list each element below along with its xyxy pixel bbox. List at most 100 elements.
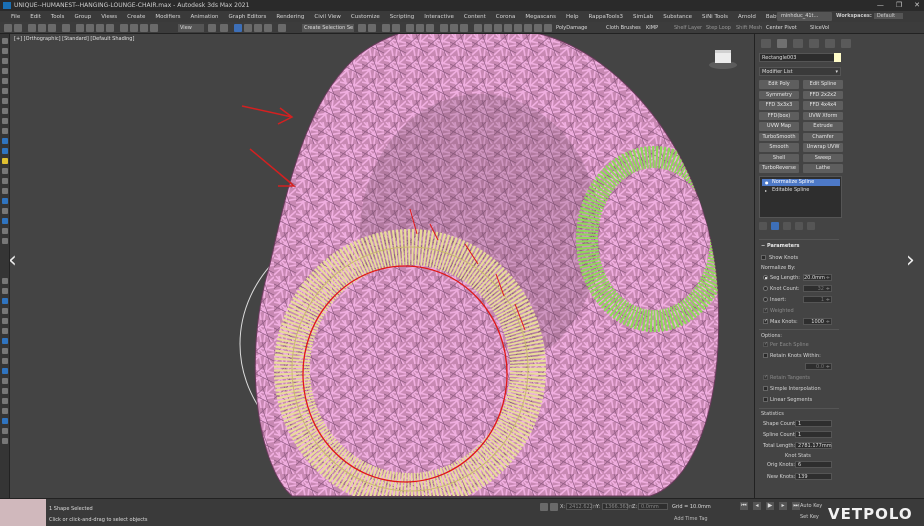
menu-corona[interactable]: Corona [491,14,521,20]
tool-icon[interactable] [2,178,8,184]
curve-editor-icon[interactable] [406,24,414,32]
select-object-icon[interactable] [76,24,84,32]
menu-megascans[interactable]: Megascans [520,14,561,20]
menu-group[interactable]: Group [69,14,96,20]
modifier-smooth-button[interactable]: Smooth [759,143,799,152]
cloth-brushes-button[interactable]: Cloth Brushes [604,24,643,32]
max-knots-spinner[interactable]: 1000 [803,318,832,325]
user-account-button[interactable]: minhduc_41t... [777,12,832,21]
remove-modifier-icon[interactable] [795,222,803,230]
forest-pack-icon[interactable] [524,24,532,32]
show-knots-checkbox[interactable] [761,255,766,260]
tool-icon[interactable] [2,68,8,74]
tool-icon[interactable] [2,368,8,374]
tool-icon[interactable] [2,138,8,144]
maximize-button[interactable]: ❐ [896,0,902,11]
knot-count-spinner[interactable]: 32 [803,285,832,292]
viewport-orthographic[interactable]: [+] [Orthographic] [Standard] [Default S… [10,34,754,498]
rappatools-icon[interactable] [494,24,502,32]
linear-segments-checkbox[interactable] [763,397,768,402]
modifier-ffd-box-button[interactable]: FFD(box) [759,111,799,120]
tool-icon[interactable] [2,348,8,354]
scene-explorer-icon[interactable] [392,24,400,32]
tool-icon[interactable] [2,188,8,194]
modifier-list-dropdown[interactable]: Modifier List ▾ [759,67,841,76]
rendered-frame-window-icon[interactable] [450,24,458,32]
unlink-icon[interactable] [38,24,46,32]
select-manipulate-icon[interactable] [220,24,228,32]
previous-frame-icon[interactable]: ◂ [753,502,761,510]
simple-interpolation-checkbox[interactable] [763,386,768,391]
hierarchy-tab-icon[interactable] [793,39,803,48]
modifier-ffd-2x2x2-button[interactable]: FFD 2x2x2 [803,90,843,99]
menu-sini-tools[interactable]: SiNi Tools [697,14,733,20]
parameters-rollout-title[interactable]: − Parameters [761,243,800,249]
select-by-name-icon[interactable] [86,24,94,32]
modifier-lathe-button[interactable]: Lathe [803,164,843,173]
tool-icon[interactable] [2,298,8,304]
schematic-view-icon[interactable] [416,24,424,32]
set-key-button[interactable]: Set Key [800,514,819,520]
menu-arnold[interactable]: Arnold [733,14,761,20]
snaps-toggle-icon[interactable] [234,24,242,32]
menu-scripting[interactable]: Scripting [385,14,419,20]
corona-icon[interactable] [474,24,482,32]
tool-icon[interactable] [2,338,8,344]
modifier-turboreverse-button[interactable]: TurboReverse [759,164,799,173]
retain-knots-spinner[interactable]: 0.0 [805,363,832,370]
create-tab-icon[interactable] [761,39,771,48]
tool-icon[interactable] [2,408,8,414]
window-crossing-icon[interactable] [106,24,114,32]
make-unique-icon[interactable] [783,222,791,230]
view-cube-icon[interactable] [708,48,738,70]
tool-icon[interactable] [2,278,8,284]
tool-icon[interactable] [2,148,8,154]
redo-icon[interactable] [14,24,22,32]
next-frame-icon[interactable]: ▸ [779,502,787,510]
bind-spacewarp-icon[interactable] [48,24,56,32]
menu-customize[interactable]: Customize [346,14,385,20]
placement-icon[interactable] [150,24,158,32]
menu-rappatools[interactable]: RappaTools3 [583,14,627,20]
tool-icon[interactable] [2,48,8,54]
tool-icon[interactable] [2,88,8,94]
x-coordinate-field[interactable]: 2412.622m [566,503,598,510]
selection-filter-icon[interactable] [62,24,70,32]
tool-icon[interactable] [2,38,8,44]
knot-count-radio[interactable] [763,286,768,291]
z-coordinate-field[interactable]: 0.0mm [638,503,668,510]
tool-icon[interactable] [2,158,8,164]
insert-spinner[interactable]: 1 [803,296,832,303]
menu-simlab[interactable]: SimLab [628,14,658,20]
max-knots-checkbox[interactable] [763,318,768,324]
scale-icon[interactable] [140,24,148,32]
modifier-ffd-3x3x3-button[interactable]: FFD 3x3x3 [759,101,799,110]
motion-tab-icon[interactable] [809,39,819,48]
modifier-shell-button[interactable]: Shell [759,153,799,162]
pivot-icon[interactable] [208,24,216,32]
tool-icon[interactable] [2,378,8,384]
tool-icon[interactable] [2,308,8,314]
mirror-icon[interactable] [358,24,366,32]
tool-icon[interactable] [2,198,8,204]
close-button[interactable]: ✕ [914,0,920,11]
modifier-uvw-xform-button[interactable]: UVW Xform [803,111,843,120]
kimp-button[interactable]: KIMP [644,24,660,32]
undo-icon[interactable] [4,24,12,32]
rectangular-selection-icon[interactable] [96,24,104,32]
add-time-tag[interactable]: Add Time Tag [674,516,708,522]
retain-knots-checkbox[interactable] [763,353,768,358]
go-to-start-icon[interactable]: ⏮ [740,502,748,510]
link-icon[interactable] [28,24,36,32]
workspaces-selector[interactable]: Workspaces: Default [836,11,904,22]
menu-civil-view[interactable]: Civil View [309,14,345,20]
modifier-extrude-button[interactable]: Extrude [803,122,843,131]
menu-content[interactable]: Content [459,14,491,20]
tool-icon[interactable] [2,128,8,134]
menu-interactive[interactable]: Interactive [419,14,459,20]
step-loop-button[interactable]: Step Loop [704,24,733,32]
railclone-icon[interactable] [534,24,542,32]
plugin-icon[interactable] [544,24,552,32]
tool-icon[interactable] [2,58,8,64]
object-name-field[interactable]: Rectangle003 [759,53,841,62]
